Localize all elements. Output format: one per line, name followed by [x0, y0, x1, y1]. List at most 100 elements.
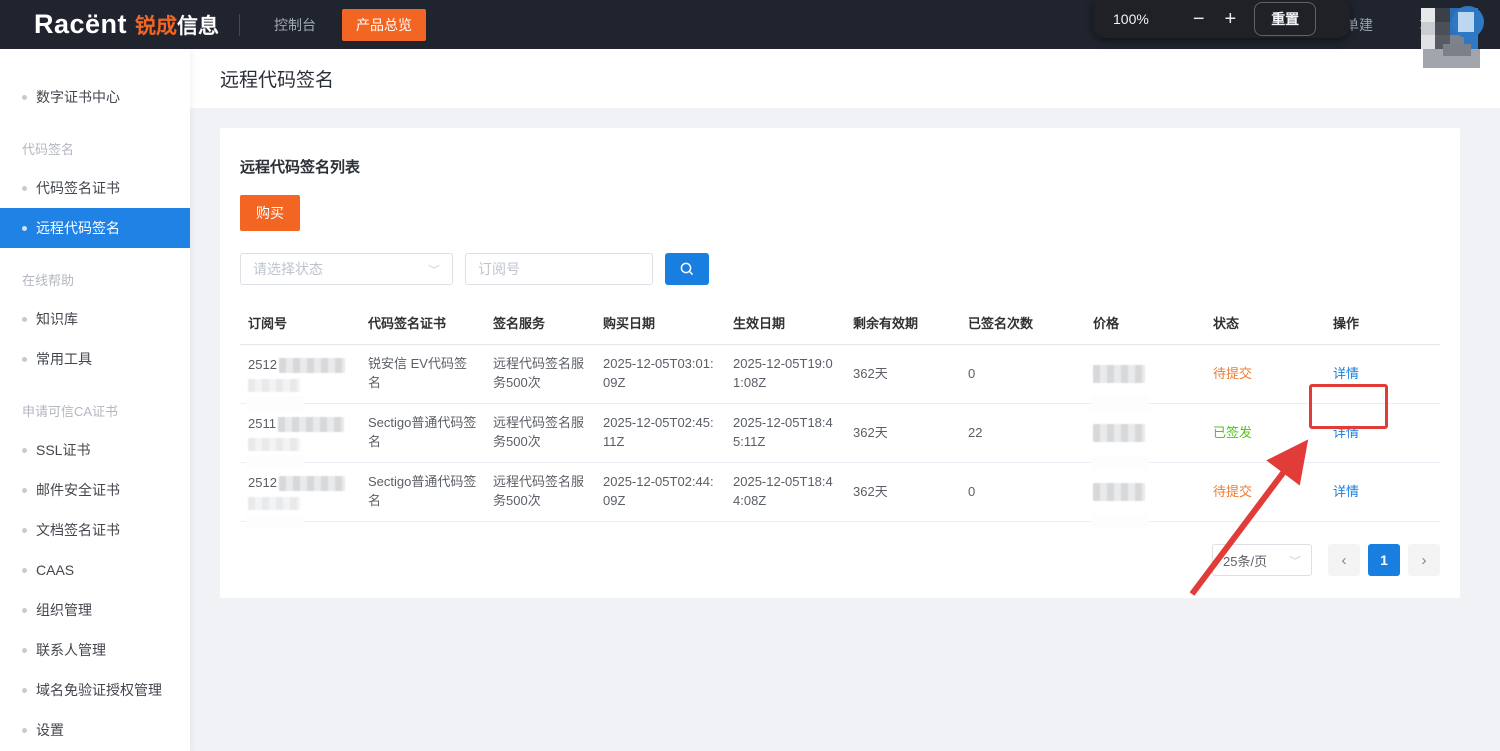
service-cell: 远程代码签名服务500次 [485, 345, 595, 404]
buy-date-cell: 2025-12-05T02:45:11Z [595, 404, 725, 463]
detail-action-cell[interactable]: 详情 [1325, 345, 1440, 404]
status-select[interactable]: 请选择状态 ﹀ [240, 253, 453, 285]
bullet-icon [22, 608, 27, 613]
sidebar-item-label: 远程代码签名 [36, 218, 120, 238]
remaining-cell: 362天 [845, 345, 960, 404]
cert-cell-text: Sectigo普通代码签名 [368, 415, 476, 449]
zoom-reset-button[interactable]: 重置 [1254, 2, 1316, 36]
redacted-blur [278, 417, 344, 432]
cert-cell: Sectigo普通代码签名 [360, 463, 485, 522]
list-card: 远程代码签名列表 购买 请选择状态 ﹀ 订阅号代码签名证书签名服务购买日期生效日… [220, 128, 1460, 598]
current-page-button[interactable]: 1 [1368, 544, 1400, 576]
buy-date-cell-text: 2025-12-05T02:45:11Z [603, 415, 714, 449]
racent-logo[interactable]: Racënt 锐成信息 [34, 9, 219, 40]
redacted-blur [1093, 424, 1145, 442]
service-cell-text: 远程代码签名服务500次 [493, 474, 584, 508]
sidebar-item-3-4[interactable]: 组织管理 [0, 590, 190, 630]
redacted-blur [1091, 514, 1149, 529]
bullet-icon [22, 728, 27, 733]
avatar-highlight [1458, 12, 1474, 32]
status-cell-text: 待提交 [1213, 484, 1252, 499]
sidebar-item-3-1[interactable]: 邮件安全证书 [0, 470, 190, 510]
sidebar-item-3-5[interactable]: 联系人管理 [0, 630, 190, 670]
service-cell-text: 远程代码签名服务500次 [493, 415, 584, 449]
column-header: 状态 [1205, 303, 1325, 345]
buy-button[interactable]: 购买 [240, 195, 300, 231]
zoom-level-value: 100% [1113, 11, 1149, 27]
status-cell: 已签发 [1205, 404, 1325, 463]
sidebar-item-0-0[interactable]: 数字证书中心 [0, 77, 190, 117]
subscription-prefix: 2512 [248, 356, 277, 375]
nav-products-button[interactable]: 产品总览 [342, 9, 426, 41]
redacted-blur [246, 396, 304, 411]
sidebar-item-label: 邮件安全证书 [36, 480, 120, 500]
sidebar-item-label: 联系人管理 [36, 640, 106, 660]
detail-action-cell-text[interactable]: 详情 [1333, 484, 1359, 499]
column-header: 代码签名证书 [360, 303, 485, 345]
redacted-blur [279, 358, 345, 373]
price-cell [1085, 463, 1205, 522]
subscription-cell: 2511 [240, 404, 360, 463]
detail-action-cell[interactable]: 详情 [1325, 404, 1440, 463]
sidebar-item-3-7[interactable]: 设置 [0, 710, 190, 750]
subscription-table: 订阅号代码签名证书签名服务购买日期生效日期剩余有效期已签名次数价格状态操作 25… [240, 303, 1440, 522]
service-cell: 远程代码签名服务500次 [485, 404, 595, 463]
nav-divider [239, 14, 240, 36]
column-header: 订阅号 [240, 303, 360, 345]
browser-zoom-popup: 100% − + 重置 [1093, 0, 1350, 38]
subscription-prefix: 2511 [248, 415, 276, 434]
chevron-down-icon: ﹀ [428, 262, 440, 276]
content-area: 远程代码签名列表 购买 请选择状态 ﹀ 订阅号代码签名证书签名服务购买日期生效日… [190, 108, 1500, 751]
column-header: 购买日期 [595, 303, 725, 345]
status-cell: 待提交 [1205, 345, 1325, 404]
bullet-icon [22, 528, 27, 533]
sidebar-item-3-2[interactable]: 文档签名证书 [0, 510, 190, 550]
subscription-input[interactable] [465, 253, 653, 285]
sidebar-item-3-3[interactable]: CAAS [0, 550, 190, 590]
page-title-band: 远程代码签名 [190, 49, 1500, 108]
detail-action-cell-text[interactable]: 详情 [1333, 366, 1359, 381]
avatar-blur-strip [1443, 44, 1471, 56]
page-size-select[interactable]: 25条/页 ﹀ [1212, 544, 1312, 576]
redacted-blur [1091, 455, 1149, 470]
start-date-cell-text: 2025-12-05T18:45:11Z [733, 415, 833, 449]
chevron-down-icon: ﹀ [1289, 553, 1301, 567]
sidebar-item-1-0[interactable]: 代码签名证书 [0, 168, 190, 208]
status-select-placeholder: 请选择状态 [253, 259, 323, 279]
bullet-icon [22, 568, 27, 573]
remaining-cell-text: 362天 [853, 366, 888, 381]
sidebar-item-3-0[interactable]: SSL证书 [0, 430, 190, 470]
next-page-button[interactable]: › [1408, 544, 1440, 576]
redacted-blur [248, 497, 300, 510]
detail-action-cell[interactable]: 详情 [1325, 463, 1440, 522]
zoom-in-button[interactable]: + [1225, 9, 1237, 29]
start-date-cell: 2025-12-05T18:44:08Z [725, 463, 845, 522]
cert-cell-text: Sectigo普通代码签名 [368, 474, 476, 508]
sidebar-item-1-1[interactable]: 远程代码签名 [0, 208, 190, 248]
search-button[interactable] [665, 253, 709, 285]
buy-date-cell-text: 2025-12-05T03:01:09Z [603, 356, 714, 390]
sidebar-item-label: 知识库 [36, 309, 78, 329]
bullet-icon [22, 648, 27, 653]
signed-count-cell: 0 [960, 463, 1085, 522]
signed-count-cell-text: 22 [968, 425, 982, 440]
logo-cn-text: 锐成信息 [135, 10, 219, 40]
sidebar-item-2-1[interactable]: 常用工具 [0, 339, 190, 379]
column-header: 价格 [1085, 303, 1205, 345]
remaining-cell-text: 362天 [853, 425, 888, 440]
remaining-cell-text: 362天 [853, 484, 888, 499]
prev-page-button[interactable]: ‹ [1328, 544, 1360, 576]
redacted-blur [1093, 365, 1145, 383]
zoom-out-button[interactable]: − [1193, 9, 1205, 29]
detail-action-cell-text[interactable]: 详情 [1333, 425, 1359, 440]
signed-count-cell: 0 [960, 345, 1085, 404]
start-date-cell: 2025-12-05T18:45:11Z [725, 404, 845, 463]
redacted-blur [279, 476, 345, 491]
sidebar-item-2-0[interactable]: 知识库 [0, 299, 190, 339]
sidebar-item-3-6[interactable]: 域名免验证授权管理 [0, 670, 190, 710]
start-date-cell-text: 2025-12-05T19:01:08Z [733, 356, 833, 390]
table-row: 2511 Sectigo普通代码签名远程代码签名服务500次 2025-12-05T… [240, 404, 1440, 463]
nav-console-link[interactable]: 控制台 [274, 15, 316, 35]
buy-date-cell: 2025-12-05T03:01:09Z [595, 345, 725, 404]
sidebar-item-label: 常用工具 [36, 349, 92, 369]
